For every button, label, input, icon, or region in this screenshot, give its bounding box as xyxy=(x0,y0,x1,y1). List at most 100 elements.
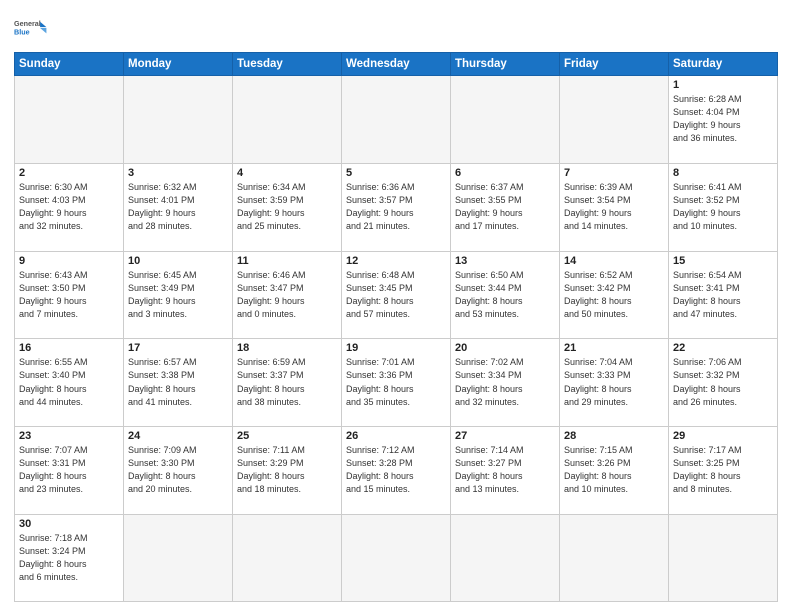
calendar-cell xyxy=(342,515,451,602)
day-number: 2 xyxy=(19,167,119,179)
day-info: Sunrise: 6:57 AM Sunset: 3:38 PM Dayligh… xyxy=(128,356,228,408)
day-info: Sunrise: 7:07 AM Sunset: 3:31 PM Dayligh… xyxy=(19,444,119,496)
calendar-cell: 25 Sunrise: 7:11 AM Sunset: 3:29 PM Dayli… xyxy=(233,427,342,515)
page: GeneralBlue SundayMondayTuesdayWednesday… xyxy=(0,0,792,612)
col-header-sunday: Sunday xyxy=(15,53,124,76)
calendar-cell: 2Sunrise: 6:30 AM Sunset: 4:03 PM Daylig… xyxy=(15,163,124,251)
day-number: 13 xyxy=(455,255,555,267)
day-number: 30 xyxy=(19,518,119,530)
logo: GeneralBlue xyxy=(14,10,50,46)
calendar-cell xyxy=(233,515,342,602)
day-info: Sunrise: 6:39 AM Sunset: 3:54 PM Dayligh… xyxy=(564,181,664,233)
day-info: Sunrise: 7:04 AM Sunset: 3:33 PM Dayligh… xyxy=(564,356,664,408)
calendar-cell: 8 Sunrise: 6:41 AM Sunset: 3:52 PM Daylig… xyxy=(669,163,778,251)
day-info: Sunrise: 6:41 AM Sunset: 3:52 PM Dayligh… xyxy=(673,181,773,233)
calendar-cell xyxy=(560,76,669,164)
day-number: 16 xyxy=(19,342,119,354)
col-header-friday: Friday xyxy=(560,53,669,76)
calendar-cell: 11Sunrise: 6:46 AM Sunset: 3:47 PM Dayli… xyxy=(233,251,342,339)
day-number: 28 xyxy=(564,430,664,442)
day-number: 5 xyxy=(346,167,446,179)
col-header-monday: Monday xyxy=(124,53,233,76)
day-number: 6 xyxy=(455,167,555,179)
calendar-cell xyxy=(15,76,124,164)
day-number: 3 xyxy=(128,167,228,179)
col-header-tuesday: Tuesday xyxy=(233,53,342,76)
day-info: Sunrise: 7:17 AM Sunset: 3:25 PM Dayligh… xyxy=(673,444,773,496)
calendar-cell: 18 Sunrise: 6:59 AM Sunset: 3:37 PM Dayli… xyxy=(233,339,342,427)
day-number: 29 xyxy=(673,430,773,442)
day-number: 24 xyxy=(128,430,228,442)
calendar-table: SundayMondayTuesdayWednesdayThursdayFrid… xyxy=(14,52,778,602)
calendar-cell: 26 Sunrise: 7:12 AM Sunset: 3:28 PM Dayli… xyxy=(342,427,451,515)
col-header-saturday: Saturday xyxy=(669,53,778,76)
logo-icon: GeneralBlue xyxy=(14,10,50,46)
day-number: 18 xyxy=(237,342,337,354)
day-info: Sunrise: 7:11 AM Sunset: 3:29 PM Dayligh… xyxy=(237,444,337,496)
day-info: Sunrise: 7:14 AM Sunset: 3:27 PM Dayligh… xyxy=(455,444,555,496)
day-number: 15 xyxy=(673,255,773,267)
day-number: 22 xyxy=(673,342,773,354)
day-number: 4 xyxy=(237,167,337,179)
day-number: 19 xyxy=(346,342,446,354)
calendar-cell: 21 Sunrise: 7:04 AM Sunset: 3:33 PM Dayli… xyxy=(560,339,669,427)
calendar-cell xyxy=(451,515,560,602)
day-number: 12 xyxy=(346,255,446,267)
calendar-cell: 28 Sunrise: 7:15 AM Sunset: 3:26 PM Dayli… xyxy=(560,427,669,515)
day-info: Sunrise: 6:37 AM Sunset: 3:55 PM Dayligh… xyxy=(455,181,555,233)
day-number: 21 xyxy=(564,342,664,354)
calendar-cell: 24 Sunrise: 7:09 AM Sunset: 3:30 PM Dayli… xyxy=(124,427,233,515)
calendar-cell: 5 Sunrise: 6:36 AM Sunset: 3:57 PM Daylig… xyxy=(342,163,451,251)
day-number: 1 xyxy=(673,79,773,91)
day-number: 25 xyxy=(237,430,337,442)
calendar-cell: 14 Sunrise: 6:52 AM Sunset: 3:42 PM Dayli… xyxy=(560,251,669,339)
day-info: Sunrise: 6:46 AM Sunset: 3:47 PM Dayligh… xyxy=(237,269,337,321)
calendar-cell xyxy=(124,76,233,164)
calendar-cell xyxy=(233,76,342,164)
day-info: Sunrise: 7:15 AM Sunset: 3:26 PM Dayligh… xyxy=(564,444,664,496)
svg-text:General: General xyxy=(14,19,41,28)
day-info: Sunrise: 6:28 AM Sunset: 4:04 PM Dayligh… xyxy=(673,93,773,145)
day-info: Sunrise: 7:01 AM Sunset: 3:36 PM Dayligh… xyxy=(346,356,446,408)
calendar-cell: 27 Sunrise: 7:14 AM Sunset: 3:27 PM Dayli… xyxy=(451,427,560,515)
day-number: 23 xyxy=(19,430,119,442)
day-info: Sunrise: 7:06 AM Sunset: 3:32 PM Dayligh… xyxy=(673,356,773,408)
day-info: Sunrise: 6:52 AM Sunset: 3:42 PM Dayligh… xyxy=(564,269,664,321)
day-info: Sunrise: 7:12 AM Sunset: 3:28 PM Dayligh… xyxy=(346,444,446,496)
day-info: Sunrise: 7:09 AM Sunset: 3:30 PM Dayligh… xyxy=(128,444,228,496)
calendar-cell: 3Sunrise: 6:32 AM Sunset: 4:01 PM Daylig… xyxy=(124,163,233,251)
day-info: Sunrise: 7:02 AM Sunset: 3:34 PM Dayligh… xyxy=(455,356,555,408)
day-info: Sunrise: 6:59 AM Sunset: 3:37 PM Dayligh… xyxy=(237,356,337,408)
day-info: Sunrise: 7:18 AM Sunset: 3:24 PM Dayligh… xyxy=(19,532,119,584)
calendar-cell: 30 Sunrise: 7:18 AM Sunset: 3:24 PM Dayli… xyxy=(15,515,124,602)
calendar-cell xyxy=(342,76,451,164)
calendar-cell: 22 Sunrise: 7:06 AM Sunset: 3:32 PM Dayli… xyxy=(669,339,778,427)
day-number: 14 xyxy=(564,255,664,267)
calendar-cell: 29 Sunrise: 7:17 AM Sunset: 3:25 PM Dayli… xyxy=(669,427,778,515)
day-info: Sunrise: 6:45 AM Sunset: 3:49 PM Dayligh… xyxy=(128,269,228,321)
day-info: Sunrise: 6:48 AM Sunset: 3:45 PM Dayligh… xyxy=(346,269,446,321)
col-header-thursday: Thursday xyxy=(451,53,560,76)
calendar-cell xyxy=(669,515,778,602)
day-number: 9 xyxy=(19,255,119,267)
svg-text:Blue: Blue xyxy=(14,27,30,36)
calendar-cell xyxy=(560,515,669,602)
day-number: 26 xyxy=(346,430,446,442)
calendar-cell: 13 Sunrise: 6:50 AM Sunset: 3:44 PM Dayli… xyxy=(451,251,560,339)
calendar-cell xyxy=(124,515,233,602)
day-info: Sunrise: 6:36 AM Sunset: 3:57 PM Dayligh… xyxy=(346,181,446,233)
calendar-cell: 16 Sunrise: 6:55 AM Sunset: 3:40 PM Dayli… xyxy=(15,339,124,427)
day-info: Sunrise: 6:55 AM Sunset: 3:40 PM Dayligh… xyxy=(19,356,119,408)
calendar-cell: 12 Sunrise: 6:48 AM Sunset: 3:45 PM Dayli… xyxy=(342,251,451,339)
calendar-cell: 20Sunrise: 7:02 AM Sunset: 3:34 PM Dayli… xyxy=(451,339,560,427)
day-number: 8 xyxy=(673,167,773,179)
calendar-cell: 7 Sunrise: 6:39 AM Sunset: 3:54 PM Daylig… xyxy=(560,163,669,251)
day-info: Sunrise: 6:50 AM Sunset: 3:44 PM Dayligh… xyxy=(455,269,555,321)
calendar-cell: 10 Sunrise: 6:45 AM Sunset: 3:49 PM Dayli… xyxy=(124,251,233,339)
day-info: Sunrise: 6:43 AM Sunset: 3:50 PM Dayligh… xyxy=(19,269,119,321)
day-number: 10 xyxy=(128,255,228,267)
day-number: 7 xyxy=(564,167,664,179)
day-info: Sunrise: 6:34 AM Sunset: 3:59 PM Dayligh… xyxy=(237,181,337,233)
day-number: 27 xyxy=(455,430,555,442)
calendar-cell: 23 Sunrise: 7:07 AM Sunset: 3:31 PM Dayli… xyxy=(15,427,124,515)
